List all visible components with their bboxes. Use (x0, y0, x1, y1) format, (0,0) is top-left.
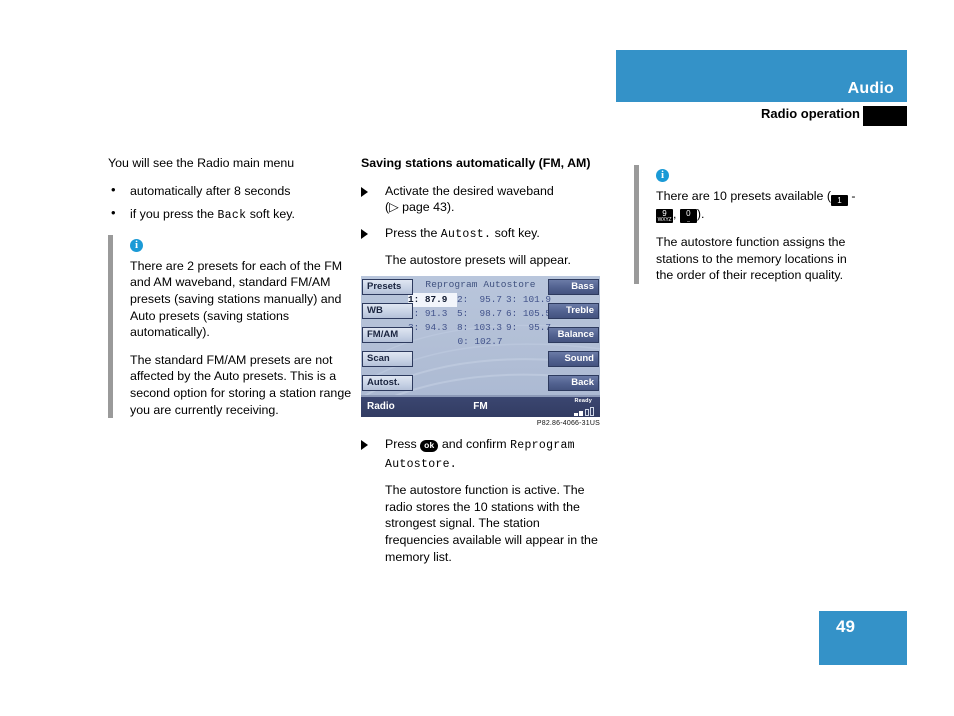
section-heading: Saving stations automatically (FM, AM) (361, 156, 591, 170)
radio-screen-figure: Reprogram Autostore 1: 87.9 2: 95.7 3: 1… (361, 276, 600, 427)
right-info-note: i There are 10 presets available (1 - 9W… (634, 165, 866, 284)
preset-cell[interactable]: 2: 95.7 (457, 293, 506, 307)
preset-row: 1: 87.9 2: 95.7 3: 101.9 (408, 293, 556, 307)
step-1-ref-post: ). (446, 200, 455, 215)
preset-row: 0: 102.7 (408, 335, 556, 349)
preset-cell[interactable]: 1: 87.9 (408, 293, 457, 307)
key-9-icon: 9 WXYZ (656, 209, 673, 223)
step-1-line-1: Activate the desired waveband (385, 183, 554, 198)
status-ready-label: Ready (574, 398, 592, 404)
header-subtitle: Radio operation (616, 106, 907, 126)
presets-available-post: ). (696, 207, 705, 221)
presets-dash: - (847, 189, 856, 203)
arrow-icon (361, 228, 368, 239)
right-column: i There are 10 presets available (1 - 9W… (634, 155, 866, 295)
arrow-icon (361, 186, 368, 197)
step-2-pre: Press the (385, 225, 441, 240)
softkey-sound[interactable]: Sound (548, 351, 599, 367)
key-0-icon: 0 _ (679, 209, 697, 223)
info-icon: i (130, 238, 143, 252)
right-note-paragraph-2: The autostore function assigns the stati… (656, 235, 847, 283)
step-2-result: The autostore presets will appear. (385, 253, 571, 268)
screen-title: Reprogram Autostore (425, 279, 536, 290)
softkey-fm-am[interactable]: FM/AM (362, 327, 413, 343)
list-item: automatically after 8 seconds (108, 182, 353, 200)
left-column: You will see the Radio main menu automat… (108, 155, 353, 429)
header-subtitle-text: Radio operation (761, 106, 860, 121)
note-side-bar (634, 165, 639, 284)
list-item: Press the Autost. soft key. (361, 225, 604, 244)
page-number-badge: 49 (819, 611, 907, 665)
autostore-menu-name: Autostore. (385, 457, 458, 471)
signal-strength-icon (573, 407, 594, 416)
softkey-presets[interactable]: Presets (362, 279, 413, 295)
header-band: Audio (616, 50, 907, 102)
preset-row: 3: 94.3 8: 103.3 9: 95.7 (408, 321, 556, 335)
softkey-treble[interactable]: Treble (548, 303, 599, 319)
softkey-autost[interactable]: Autost. (362, 375, 413, 391)
step-2-post: soft key. (491, 225, 540, 240)
step-3-pre: Press (385, 437, 421, 451)
ok-button-icon: ok (420, 440, 439, 452)
preset-cell[interactable]: 8: 103.3 (457, 321, 506, 335)
preset-cell[interactable]: 2: 91.3 (408, 307, 457, 321)
softkey-bass[interactable]: Bass (548, 279, 599, 295)
left-intro-text: You will see the Radio main menu (108, 156, 295, 170)
left-note-paragraph-1: There are 2 presets for each of the FM a… (130, 258, 343, 340)
step-3-mid: and confirm (438, 437, 511, 451)
preset-list: 1: 87.9 2: 95.7 3: 101.9 2: 91.3 5: 98.7… (408, 293, 556, 349)
back-softkey-name: Back (217, 209, 247, 223)
preset-cell[interactable]: 5: 98.7 (457, 307, 506, 321)
bullet-2-pre: if you press the (130, 207, 218, 222)
presets-comma: , (673, 207, 680, 221)
status-band-label: FM (473, 401, 488, 412)
softkey-scan[interactable]: Scan (362, 351, 413, 367)
right-note-paragraph-1: There are 10 presets available (1 - 9 WXY… (656, 188, 866, 223)
left-note-paragraph-2: The standard FM/AM presets are not affec… (130, 352, 352, 417)
arrow-icon (361, 440, 368, 450)
middle-column-lower: Press ok and confirm Reprogram Autostore… (361, 436, 604, 576)
info-icon: i (656, 169, 669, 182)
softkey-wb[interactable]: WB (362, 303, 413, 319)
left-bullet-list: automatically after 8 seconds if you pre… (108, 182, 353, 225)
autost-softkey-name: Autost. (440, 227, 492, 241)
preset-cell[interactable]: 3: 94.3 (408, 321, 457, 335)
page-title: Audio (847, 80, 894, 97)
key-1-icon: 1 (830, 195, 848, 206)
list-item: Press ok and confirm Reprogram Autostore… (361, 436, 604, 473)
reprogram-menu-name: Reprogram (510, 439, 575, 452)
figure-caption: P82.86-4066-31US (536, 420, 600, 427)
bullet-2-post: soft key. (246, 207, 295, 222)
softkey-balance[interactable]: Balance (548, 327, 599, 343)
middle-step-list: Activate the desired waveband (▷ page 43… (361, 183, 604, 244)
preset-row: 2: 91.3 5: 98.7 6: 105.5 (408, 307, 556, 321)
list-item: Activate the desired waveband (▷ page 43… (361, 183, 604, 216)
page-reference[interactable]: ▷ page 43 (389, 200, 447, 214)
softkey-back[interactable]: Back (548, 375, 599, 391)
note-side-bar (108, 234, 113, 419)
page-number: 49 (836, 617, 855, 636)
middle-column: Saving stations automatically (FM, AM) A… (361, 155, 604, 280)
radio-display: Reprogram Autostore 1: 87.9 2: 95.7 3: 1… (361, 276, 600, 417)
preset-cell[interactable]: 0: 102.7 (458, 335, 507, 349)
header-marker-block (863, 106, 907, 126)
left-info-note: i There are 2 presets for each of the FM… (108, 234, 353, 419)
middle-step-list-lower: Press ok and confirm Reprogram Autostore… (361, 436, 604, 473)
status-bar: Radio FM Ready (361, 395, 600, 417)
list-item: if you press the Back soft key. (108, 205, 353, 225)
bullet-1-text: automatically after 8 seconds (130, 183, 291, 198)
step-3-result: The autostore function is active. The ra… (385, 483, 598, 564)
presets-available-pre: There are 10 presets available ( (656, 189, 831, 203)
